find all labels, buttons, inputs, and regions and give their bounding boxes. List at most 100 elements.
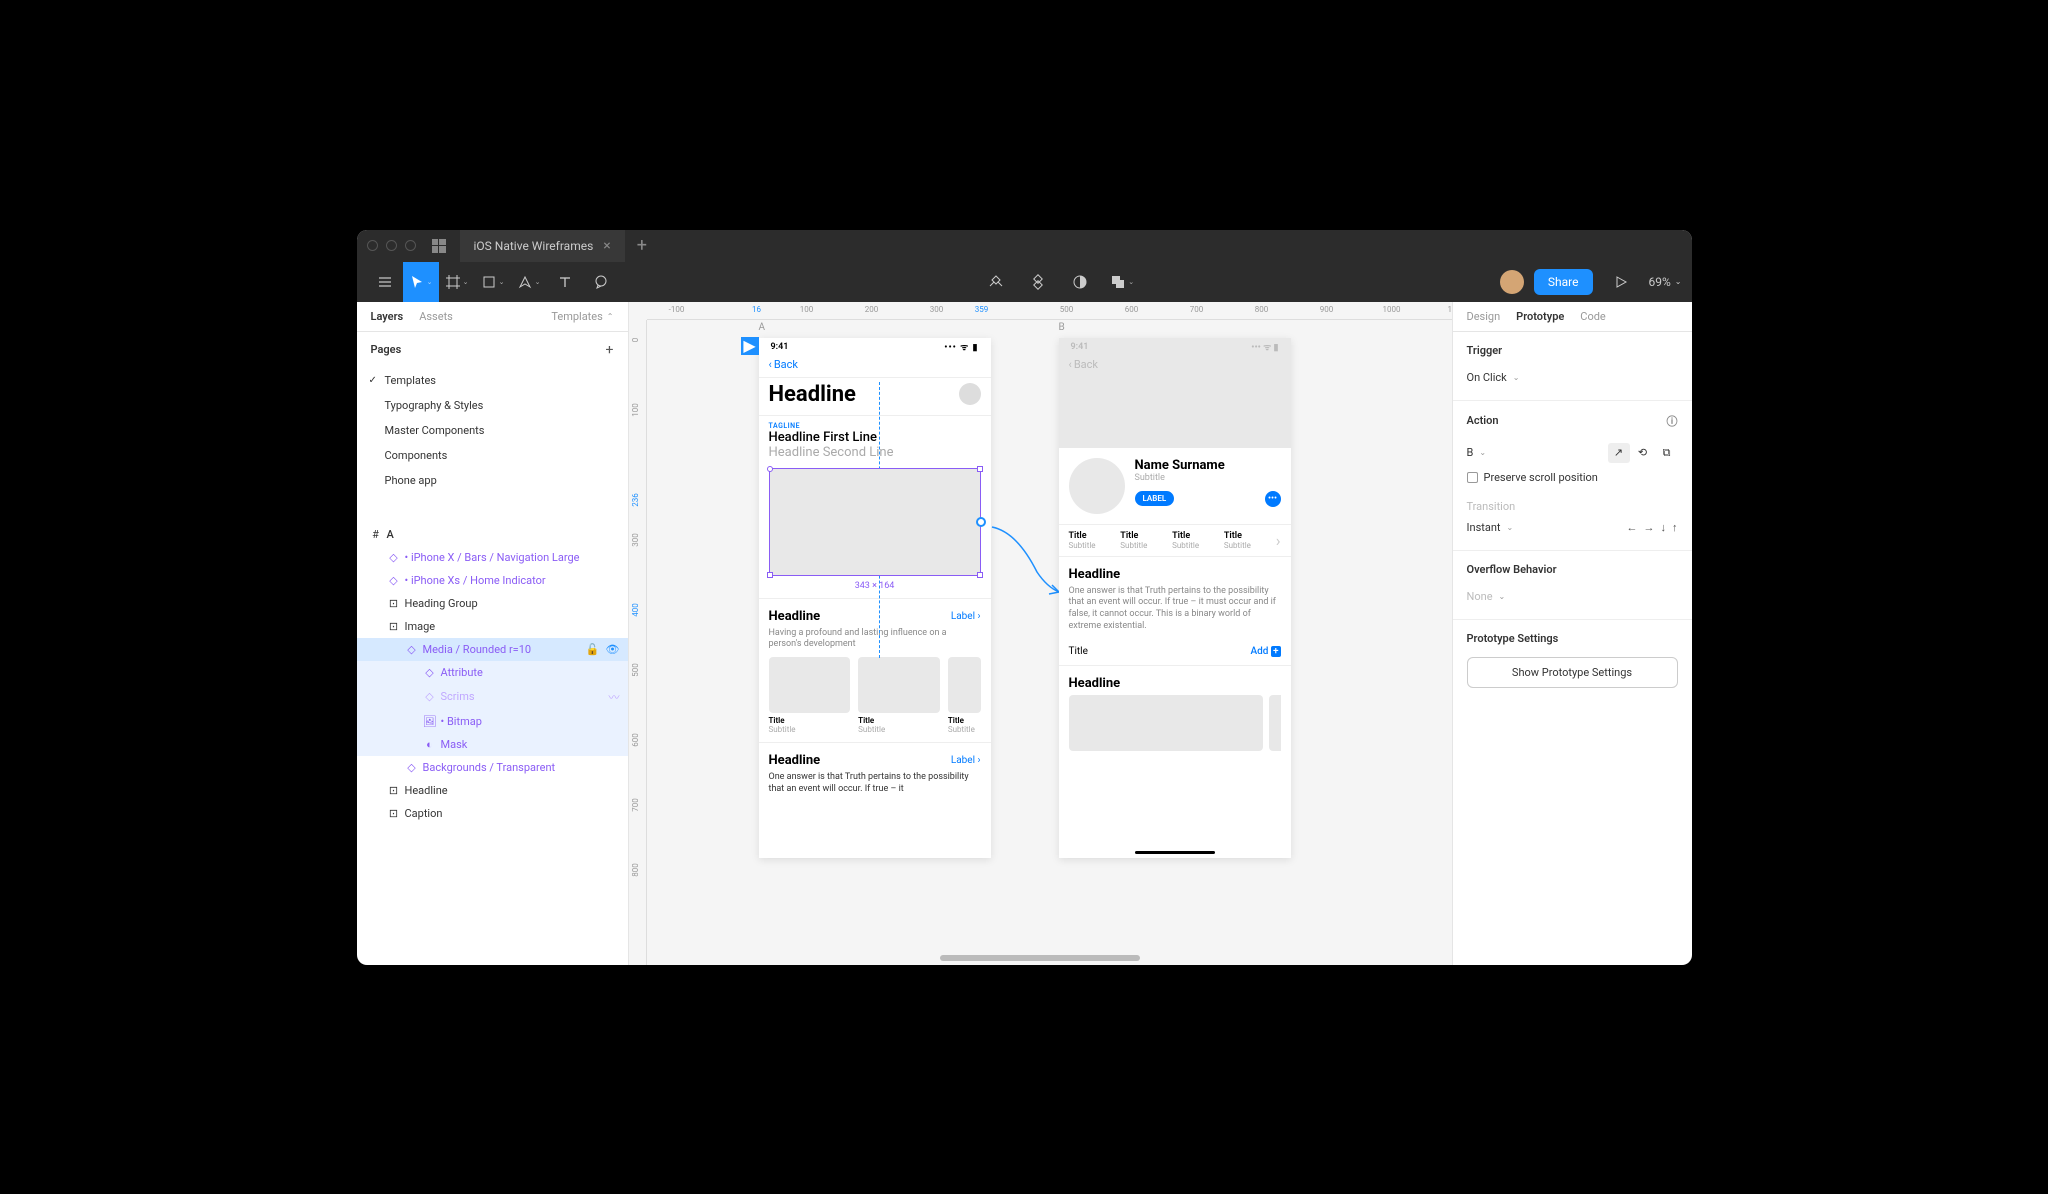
selected-media-element[interactable]: 343 × 164 [769,468,981,576]
label-link[interactable]: Label › [951,755,981,766]
layer-item[interactable]: ◇Scrims〰 [357,684,628,710]
show-prototype-settings-button[interactable]: Show Prototype Settings [1467,657,1678,688]
frame-layer[interactable]: # A [357,523,628,546]
text-tool[interactable] [547,262,583,302]
add-row[interactable]: Title Add + [1059,638,1291,666]
layer-item[interactable]: ◇Backgrounds / Transparent [357,756,628,779]
tab-layers[interactable]: Layers [371,310,404,323]
shape-tool[interactable]: ⌄ [475,262,511,302]
overflow-select[interactable]: None⌄ [1467,586,1678,607]
home-icon[interactable] [432,239,446,253]
horizontal-scrollbar[interactable] [940,955,1140,961]
page-item[interactable]: Master Components [357,418,628,443]
user-avatar[interactable] [1500,270,1524,294]
resize-handle[interactable] [977,466,983,472]
trigger-label: Trigger [1467,344,1678,357]
plus-icon: + [1271,646,1281,657]
overflow-section: Overflow Behavior None⌄ [1453,551,1692,620]
label-link[interactable]: Label › [951,611,981,622]
app-window: iOS Native Wireframes × + ⌄ ⌄ ⌄ ⌄ ⌄ Shar… [357,230,1692,965]
frame-b[interactable]: B 9:41••• ᯤ ▮ ‹ Back Name Surname Subtit… [1059,338,1291,858]
direction-up-icon[interactable]: ↑ [1672,521,1678,534]
resize-handle[interactable] [767,466,773,472]
direction-left-icon[interactable]: ← [1627,521,1638,534]
status-icons: ••• ᯤ ▮ [944,340,978,353]
frame-tool[interactable]: ⌄ [439,262,475,302]
more-button[interactable]: ••• [1265,491,1281,507]
page-item[interactable]: Components [357,443,628,468]
tab-templates[interactable]: Templates ⌃ [551,310,613,323]
layer-item[interactable]: ◇• iPhone Xs / Home Indicator [357,569,628,592]
share-button[interactable]: Share [1534,269,1593,295]
frame-icon: # [371,529,381,539]
direction-down-icon[interactable]: ↓ [1661,521,1667,534]
zoom-control[interactable]: 69%⌄ [1649,275,1682,289]
close-window[interactable] [367,240,378,251]
minimize-window[interactable] [386,240,397,251]
pen-tool[interactable]: ⌄ [511,262,547,302]
back-button[interactable]: ‹ Back [769,358,981,371]
trigger-select[interactable]: On Click⌄ [1467,367,1678,388]
component-create-icon[interactable] [1020,262,1056,302]
document-tab[interactable]: iOS Native Wireframes × [460,230,625,262]
swap-icon[interactable]: ⟲ [1632,443,1654,463]
layer-item[interactable]: ◇• iPhone X / Bars / Navigation Large [357,546,628,569]
back-button[interactable]: ‹ Back [1069,358,1281,371]
frame-a[interactable]: ▶ A 9:41 ••• ᯤ ▮ ‹ Back Headline TAGLINE… [759,338,991,858]
add-page-button[interactable]: + [606,342,614,358]
prototype-arrow[interactable] [987,522,1067,602]
close-tab-icon[interactable]: × [603,238,610,254]
add-tab-button[interactable]: + [625,235,659,256]
card[interactable]: TitleSubtitle [858,657,940,734]
page-item[interactable]: Templates [357,368,628,393]
layer-item[interactable]: ◇Attribute [357,661,628,684]
prototype-connector-node[interactable] [976,517,986,527]
move-tool[interactable]: ⌄ [403,262,439,302]
frame-label: A [759,322,766,333]
layer-item-selected[interactable]: ◇Media / Rounded r=10 🔓👁 [357,638,628,661]
action-target-select[interactable]: B⌄ ↗ ⟲ ⧉ [1467,439,1678,467]
direction-right-icon[interactable]: → [1644,521,1655,534]
layer-item[interactable]: ⊡Image [357,615,628,638]
visibility-icon[interactable]: 👁 [606,643,620,656]
present-button[interactable] [1603,262,1639,302]
body-text: One answer is that Truth pertains to the… [759,772,991,801]
component-tool[interactable] [978,262,1014,302]
layer-item[interactable]: 🖼• Bitmap [357,710,628,733]
group-icon: ⊡ [389,808,399,818]
card[interactable]: TitleSubtitle [948,657,981,734]
layer-item[interactable]: ⊡Heading Group [357,592,628,615]
tab-code[interactable]: Code [1580,310,1605,323]
menu-button[interactable] [367,262,403,302]
comment-tool[interactable] [583,262,619,302]
resize-handle[interactable] [767,572,773,578]
label-pill[interactable]: LABEL [1135,491,1175,506]
navigate-icon[interactable]: ↗ [1608,443,1630,463]
page-item[interactable]: Phone app [357,468,628,493]
overlay-icon[interactable]: ⧉ [1656,443,1678,463]
card[interactable]: TitleSubtitle [769,657,851,734]
mask-tool[interactable] [1062,262,1098,302]
stat-row[interactable]: TitleSubtitle TitleSubtitle TitleSubtitl… [1059,524,1291,557]
traffic-lights [367,240,416,251]
tab-assets[interactable]: Assets [419,310,453,323]
layer-item[interactable]: ⊡Headline [357,779,628,802]
info-icon[interactable]: ⓘ [1667,413,1678,429]
layer-item[interactable]: ◐Mask [357,733,628,756]
prototype-start-badge[interactable]: ▶ [741,337,759,355]
resize-handle[interactable] [977,572,983,578]
boolean-tool[interactable]: ⌄ [1104,262,1140,302]
preserve-scroll-checkbox[interactable]: Preserve scroll position [1467,467,1678,488]
tab-design[interactable]: Design [1467,310,1501,323]
page-item[interactable]: Typography & Styles [357,393,628,418]
maximize-window[interactable] [405,240,416,251]
layer-item[interactable]: ⊡Caption [357,802,628,825]
unlock-icon[interactable]: 🔓 [586,643,600,656]
pages-section-header: Pages + [357,332,628,368]
component-icon: ◇ [389,552,399,562]
action-label: Action [1467,414,1499,427]
canvas[interactable]: -100 16 100 200 300 359 500 600 700 800 … [629,302,1452,965]
transition-select[interactable]: Instant⌄ ← → ↓ ↑ [1467,517,1678,538]
toolbar-center: ⌄ [619,262,1500,302]
tab-prototype[interactable]: Prototype [1516,310,1564,323]
